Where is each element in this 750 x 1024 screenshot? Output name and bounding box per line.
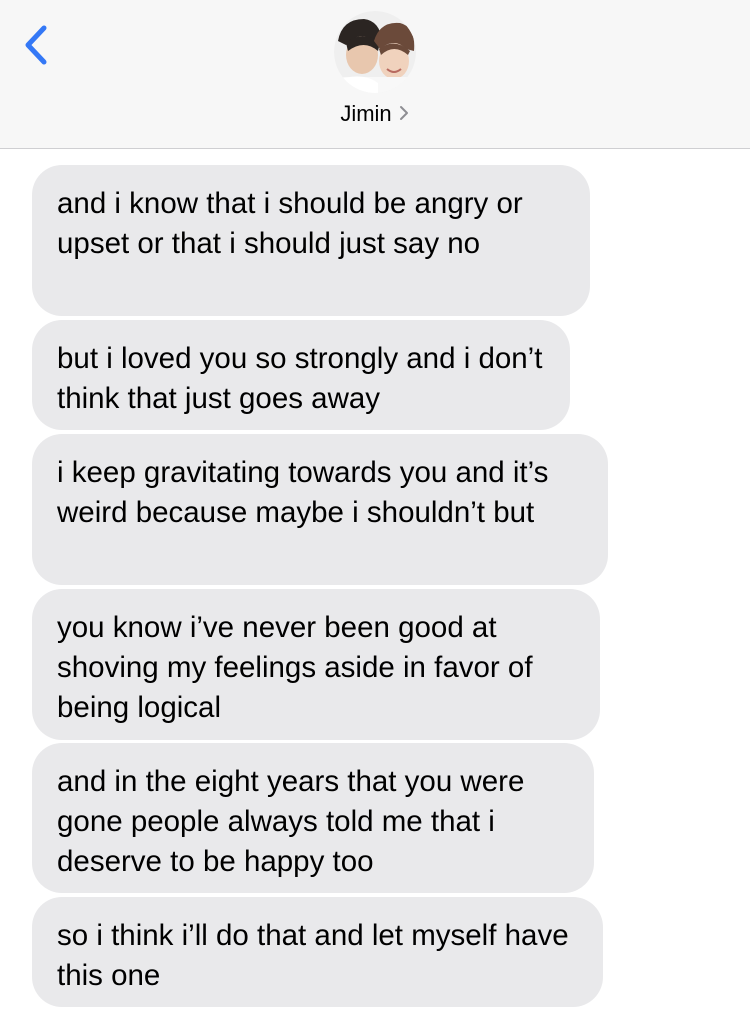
incoming-message-bubble[interactable]: so i think i’ll do that and let myself h… (32, 897, 603, 1007)
back-button[interactable] (18, 22, 62, 70)
incoming-message-bubble[interactable]: but i loved you so strongly and i don’t … (32, 320, 570, 430)
message-text: and i know that i should be angry or ups… (57, 187, 523, 260)
message-text: and in the eight years that you were gon… (57, 765, 525, 878)
chevron-left-icon (25, 25, 47, 65)
incoming-message-bubble[interactable]: i keep gravitating towards you and it’s … (32, 434, 608, 585)
chevron-right-icon (398, 101, 410, 129)
message-thread[interactable]: and i know that i should be angry or ups… (0, 149, 750, 1024)
contact-name: Jimin (340, 101, 392, 126)
contact-photo (334, 11, 416, 93)
incoming-message-bubble[interactable]: you know i’ve never been good at shoving… (32, 589, 600, 740)
conversation-header: Jimin (0, 0, 750, 149)
contact-avatar[interactable] (334, 11, 416, 93)
message-text: but i loved you so strongly and i don’t … (57, 342, 543, 415)
contact-name-button[interactable]: Jimin (0, 100, 750, 129)
message-text: you know i’ve never been good at shoving… (57, 611, 533, 724)
incoming-message-bubble[interactable]: and i know that i should be angry or ups… (32, 165, 590, 316)
message-text: so i think i’ll do that and let myself h… (57, 919, 569, 992)
incoming-message-bubble[interactable]: and in the eight years that you were gon… (32, 743, 594, 893)
message-text: i keep gravitating towards you and it’s … (57, 456, 549, 529)
